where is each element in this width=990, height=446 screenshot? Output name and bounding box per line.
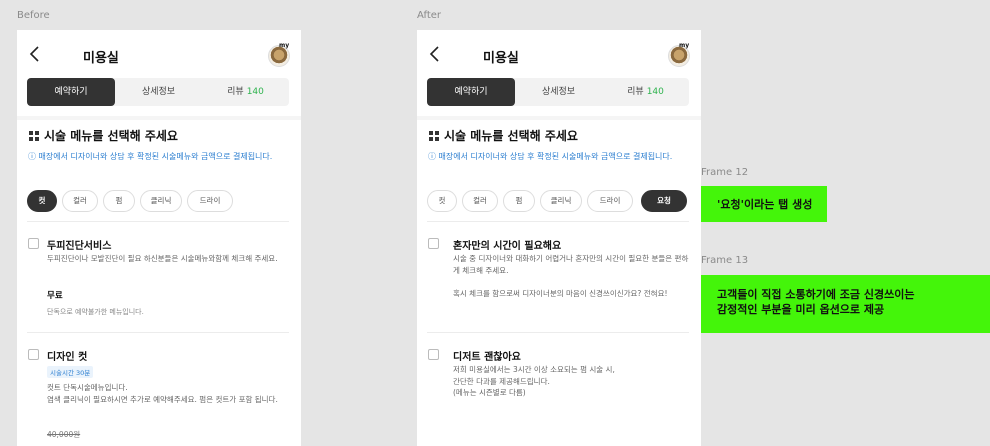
frame13-annotation: 고객들이 직접 소통하기에 조금 신경쓰이는 감정적인 부분을 미리 옵션으로 …: [701, 275, 990, 333]
divider: [427, 221, 689, 222]
tab-booking[interactable]: 예약하기: [427, 78, 515, 106]
item-price: 무료: [47, 291, 63, 301]
frame12-label: Frame 12: [701, 167, 749, 178]
item-checkbox[interactable]: [28, 238, 39, 249]
item-desc: 시술 중 디자이너와 대화하기 어렵거나 혼자만의 시간이 필요한 분들은 편하…: [453, 254, 689, 298]
tab-reviews-label: 리뷰: [227, 87, 244, 97]
item-desc: 저희 미용실에서는 3시간 이상 소요되는 펌 시술 시, 간단한 다과를 제공…: [453, 365, 615, 397]
chip-color[interactable]: 컬러: [462, 190, 498, 212]
tab-reviews[interactable]: 리뷰 140: [602, 78, 689, 106]
divider: [27, 332, 289, 333]
chip-perm[interactable]: 펌: [103, 190, 135, 212]
chip-cut[interactable]: 컷: [427, 190, 457, 212]
tab-booking[interactable]: 예약하기: [27, 78, 115, 106]
tab-details[interactable]: 상세정보: [515, 78, 602, 106]
duration-badge: 시술시간 30분: [47, 366, 94, 378]
avatar-logo-text: my: [679, 42, 690, 49]
before-screen: 미용실 my 예약하기 상세정보 리뷰 140 시술 메뉴를 선택해 주세요 ⓘ …: [17, 30, 301, 446]
section-separator: [17, 116, 301, 120]
back-arrow-icon[interactable]: [427, 45, 443, 63]
section-title: 시술 메뉴를 선택해 주세요: [44, 129, 178, 143]
review-count: 140: [246, 87, 264, 97]
item-checkbox[interactable]: [428, 349, 439, 360]
item-desc: 두피진단이나 모발진단이 필요 하신분들은 시술메뉴와함께 체크해 주세요.: [47, 254, 278, 263]
item-title: 두피진단서비스: [47, 241, 112, 252]
app-header: 미용실 my: [417, 30, 701, 78]
page-title: 미용실: [483, 51, 519, 66]
avatar-logo-text: my: [279, 42, 290, 49]
review-count: 140: [646, 87, 664, 97]
item-note: 단독으로 예약불가한 메뉴입니다.: [47, 308, 144, 316]
item-checkbox[interactable]: [428, 238, 439, 249]
original-price: 40,000원: [47, 430, 81, 439]
after-label: After: [417, 10, 442, 21]
tab-bar: 예약하기 상세정보 리뷰 140: [427, 78, 689, 106]
chip-color[interactable]: 컬러: [62, 190, 98, 212]
chip-clinic[interactable]: 클리닉: [540, 190, 582, 212]
payment-notice: ⓘ 매장에서 디자이너와 상담 후 확정된 시술메뉴와 금액으로 결제됩니다.: [428, 152, 673, 161]
frame13-label: Frame 13: [701, 255, 749, 266]
item-title: 디저트 괜찮아요: [453, 352, 521, 363]
chip-perm[interactable]: 펌: [503, 190, 535, 212]
grid-icon: [29, 131, 39, 141]
grid-icon: [429, 131, 439, 141]
app-header: 미용실 my: [17, 30, 301, 78]
section-separator: [417, 116, 701, 120]
item-checkbox[interactable]: [28, 349, 39, 360]
tab-details[interactable]: 상세정보: [115, 78, 202, 106]
divider: [27, 221, 289, 222]
before-label: Before: [17, 10, 50, 21]
page-title: 미용실: [83, 51, 119, 66]
chip-request[interactable]: 요청: [641, 190, 687, 212]
chip-dry[interactable]: 드라이: [187, 190, 233, 212]
tab-reviews-label: 리뷰: [627, 87, 644, 97]
frame12-annotation: '요청'이라는 탭 생성: [701, 186, 827, 222]
tab-reviews[interactable]: 리뷰 140: [202, 78, 289, 106]
chip-dry[interactable]: 드라이: [587, 190, 633, 212]
section-title: 시술 메뉴를 선택해 주세요: [444, 129, 578, 143]
item-desc: 컷트 단독시술메뉴입니다. 염색 클리닉이 필요하시면 추가로 예약해주세요. …: [47, 383, 278, 404]
divider: [427, 332, 689, 333]
item-title: 디자인 컷: [47, 352, 88, 363]
item-title: 혼자만의 시간이 필요해요: [453, 241, 562, 252]
chip-clinic[interactable]: 클리닉: [140, 190, 182, 212]
chip-cut[interactable]: 컷: [27, 190, 57, 212]
back-arrow-icon[interactable]: [27, 45, 43, 63]
after-screen: 미용실 my 예약하기 상세정보 리뷰 140 시술 메뉴를 선택해 주세요 ⓘ …: [417, 30, 701, 446]
tab-bar: 예약하기 상세정보 리뷰 140: [27, 78, 289, 106]
payment-notice: ⓘ 매장에서 디자이너와 상담 후 확정된 시술메뉴와 금액으로 결제됩니다.: [28, 152, 273, 161]
